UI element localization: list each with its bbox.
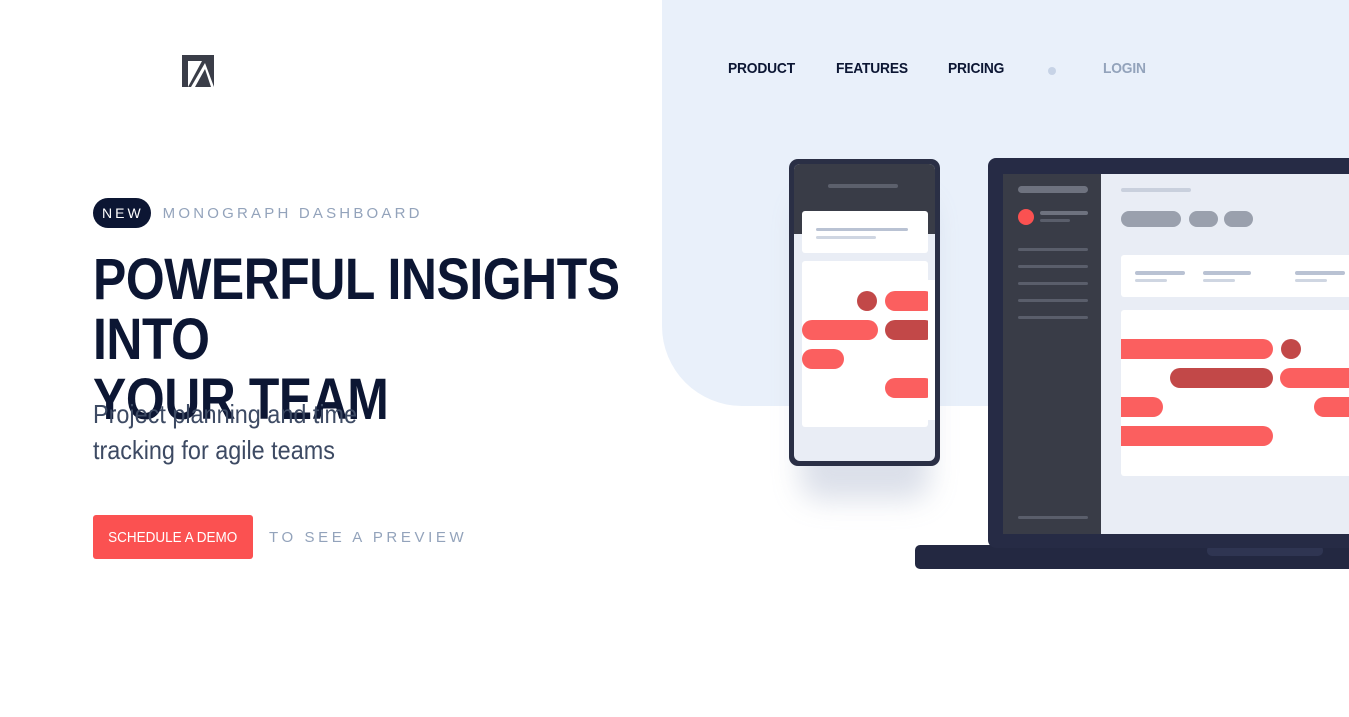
monograph-logo-icon[interactable] — [182, 55, 214, 87]
nav-separator-dot — [1048, 67, 1056, 75]
hero-subhead: Project planning and time tracking for a… — [93, 396, 399, 468]
hero-headline-line1: POWERFUL INSIGHTS INTO — [93, 247, 620, 372]
device-illustration — [789, 158, 1349, 569]
schedule-demo-button[interactable]: SCHEDULE A DEMO — [93, 515, 253, 559]
schedule-demo-label: SCHEDULE A DEMO — [108, 528, 238, 546]
nav-item-pricing[interactable]: PRICING — [948, 60, 1004, 77]
cta-note: TO SEE A PREVIEW — [269, 528, 468, 546]
phone-illustration — [789, 159, 940, 466]
hero-subhead-line2: tracking for agile teams — [93, 435, 335, 465]
laptop-illustration — [915, 158, 1349, 569]
hero-subhead-line1: Project planning and time — [93, 399, 358, 429]
landing-page: PRODUCT FEATURES PRICING LOGIN NEW MONOG… — [0, 0, 1349, 717]
hero-eyebrow: NEW MONOGRAPH DASHBOARD — [93, 198, 423, 228]
nav-item-features[interactable]: FEATURES — [836, 60, 908, 77]
new-badge: NEW — [93, 198, 151, 228]
nav-item-product[interactable]: PRODUCT — [728, 60, 795, 77]
cta-row: SCHEDULE A DEMO TO SEE A PREVIEW — [93, 515, 467, 559]
nav-login-link[interactable]: LOGIN — [1103, 60, 1146, 77]
eyebrow-text: MONOGRAPH DASHBOARD — [162, 204, 423, 222]
